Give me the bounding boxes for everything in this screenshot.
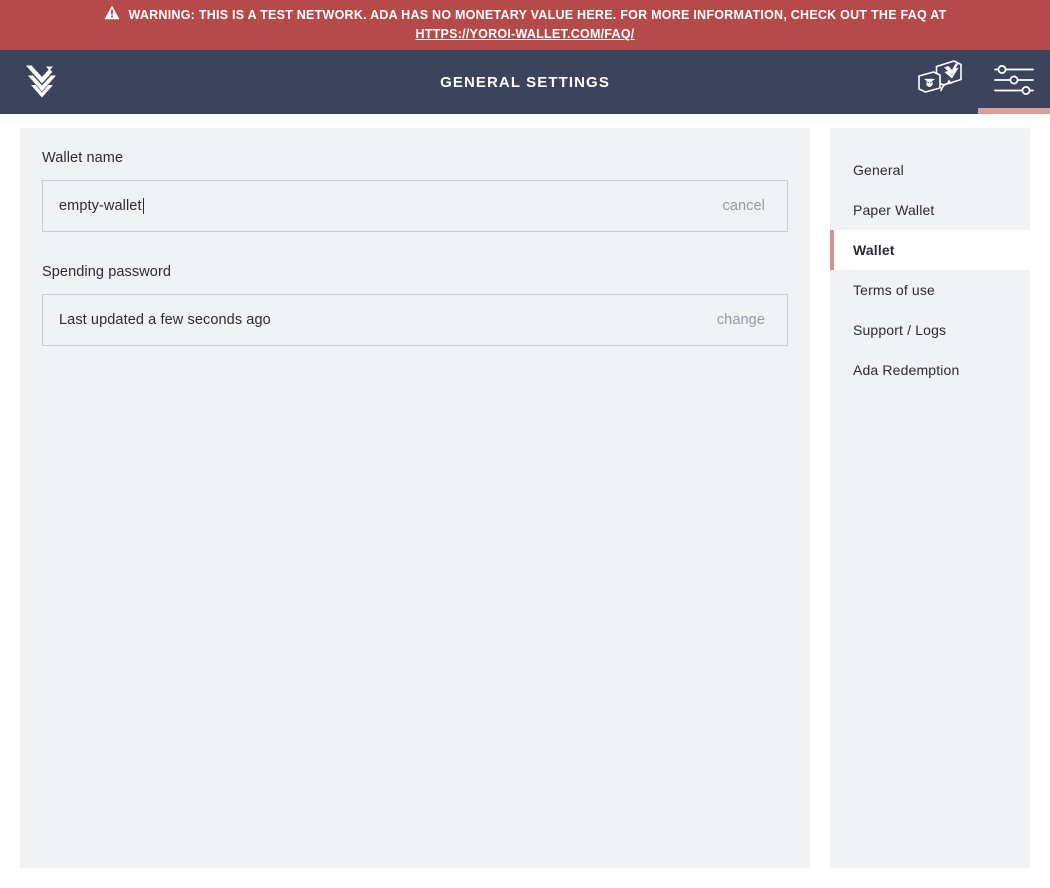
warning-banner-text: WARNING: THIS IS A TEST NETWORK. ADA HAS… [128,8,947,22]
wallet-name-label: Wallet name [42,150,124,166]
sidebar-item-wallet[interactable]: Wallet [830,230,1030,270]
sidebar-item-terms-of-use[interactable]: Terms of use [830,270,1030,310]
warning-banner-line: WARNING: THIS IS A TEST NETWORK. ADA HAS… [104,5,947,24]
wallet-switch-icon [916,57,968,108]
sidebar-item-label: Support / Logs [853,322,947,338]
text-caret [142,198,144,214]
wallet-settings-panel: Wallet name empty-wallet cancel Spending… [20,128,810,868]
sidebar-item-label: Wallet [853,242,895,258]
settings-sliders-icon [992,63,1036,102]
settings-button[interactable] [978,50,1050,114]
spending-password-field[interactable]: Last updated a few seconds ago change [42,294,788,346]
sidebar-item-support-logs[interactable]: Support / Logs [830,310,1030,350]
sidebar-item-label: Paper Wallet [853,202,935,218]
sidebar-item-label: General [853,162,904,178]
wallet-name-field[interactable]: empty-wallet cancel [42,180,788,232]
spending-password-label: Spending password [42,264,172,280]
page-title: GENERAL SETTINGS [440,73,610,91]
sidebar-item-general[interactable]: General [830,150,1030,190]
test-network-warning-banner: WARNING: THIS IS A TEST NETWORK. ADA HAS… [0,0,1050,50]
spending-password-status: Last updated a few seconds ago [59,312,271,328]
top-navigation-bar: GENERAL SETTINGS [0,50,1050,114]
faq-link[interactable]: HTTPS://YOROI-WALLET.COM/FAQ/ [415,24,634,44]
sidebar-item-paper-wallet[interactable]: Paper Wallet [830,190,1030,230]
page-body: Wallet name empty-wallet cancel Spending… [0,114,1050,888]
sidebar-item-label: Terms of use [853,282,935,298]
wallet-name-input[interactable]: empty-wallet [59,198,142,214]
wallet-switch-button[interactable] [906,50,978,114]
warning-triangle-icon [104,5,120,24]
settings-menu-sidebar: General Paper Wallet Wallet Terms of use… [830,128,1030,868]
yoroi-chevron-logo-icon[interactable] [22,60,62,105]
sidebar-item-label: Ada Redemption [853,362,960,378]
topbar-actions [906,50,1050,114]
sidebar-item-ada-redemption[interactable]: Ada Redemption [830,350,1030,390]
wallet-name-cancel-link[interactable]: cancel [722,198,765,214]
spending-password-change-link[interactable]: change [717,312,765,328]
